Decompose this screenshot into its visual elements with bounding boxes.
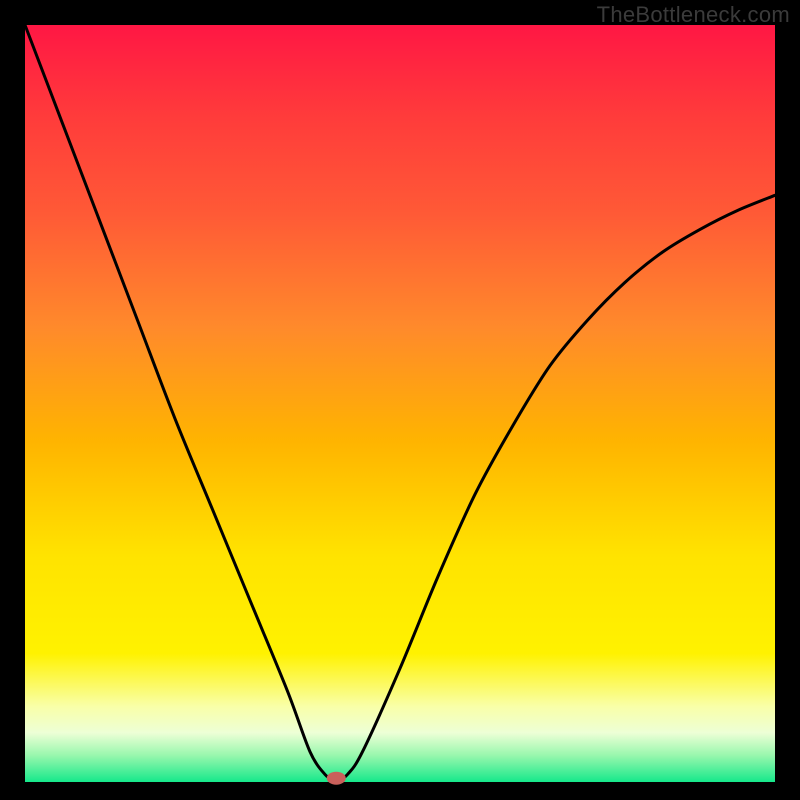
optimum-marker — [327, 772, 345, 784]
chart-container: TheBottleneck.com — [0, 0, 800, 800]
bottleneck-chart — [0, 0, 800, 800]
watermark-text: TheBottleneck.com — [597, 2, 790, 28]
